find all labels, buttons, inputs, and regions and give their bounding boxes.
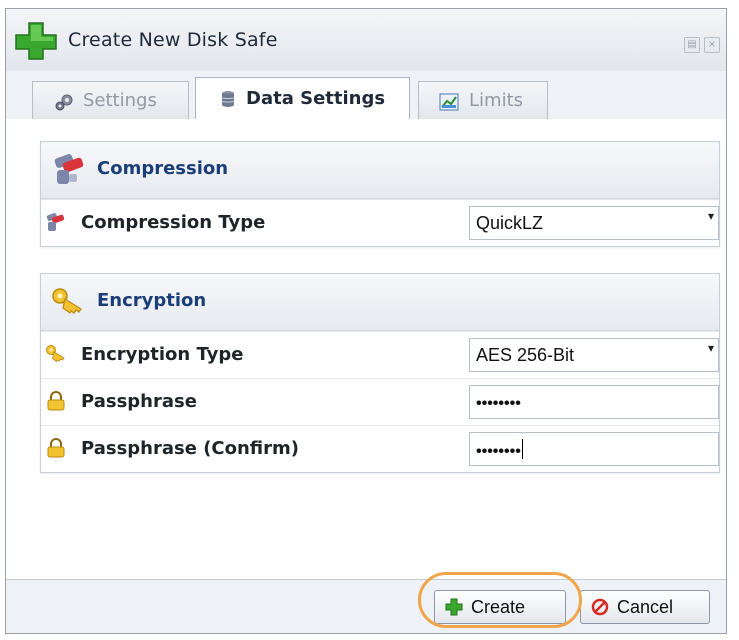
green-plus-icon: [15, 22, 57, 60]
encryption-type-row: Encryption Type AES 256-Bit ▾: [41, 331, 719, 378]
compression-type-row: Compression Type QuickLZ ▾: [41, 199, 719, 246]
cancel-button[interactable]: Cancel: [580, 590, 710, 624]
tab-strip: Settings Data Settings Limits: [6, 71, 726, 120]
restore-icon[interactable]: ▤: [684, 37, 700, 53]
compression-type-label: Compression Type: [81, 212, 266, 233]
tab-limits-label: Limits: [469, 90, 523, 111]
keys-icon: [52, 288, 82, 314]
title-bar[interactable]: Create New Disk Safe ▤ ×: [6, 9, 726, 72]
window-title: Create New Disk Safe: [68, 29, 278, 51]
encryption-header: Encryption: [41, 274, 719, 331]
compression-header: Compression: [41, 142, 719, 199]
tab-limits[interactable]: Limits: [418, 81, 548, 119]
passphrase-confirm-field[interactable]: ••••••••: [469, 432, 719, 466]
passphrase-value: ••••••••: [476, 395, 521, 412]
encryption-type-value: AES 256-Bit: [476, 345, 575, 365]
compression-icon: [46, 213, 65, 231]
encryption-type-select[interactable]: AES 256-Bit ▾: [469, 338, 719, 372]
cancel-button-label: Cancel: [617, 597, 674, 617]
passphrase-confirm-value: ••••••••: [476, 443, 521, 460]
dialog-footer: Create Cancel: [6, 579, 726, 633]
encryption-section: Encryption Encryption Type AES 256-Bit ▾: [40, 273, 720, 473]
passphrase-confirm-label: Passphrase (Confirm): [81, 438, 300, 459]
encryption-heading: Encryption: [97, 290, 207, 311]
tab-data-settings-label: Data Settings: [246, 88, 386, 109]
passphrase-field[interactable]: ••••••••: [469, 385, 719, 419]
passphrase-confirm-row: Passphrase (Confirm) ••••••••: [41, 425, 719, 472]
close-icon[interactable]: ×: [704, 37, 720, 53]
database-icon: [221, 91, 235, 107]
create-disk-safe-dialog: Create New Disk Safe ▤ × Settings Data S…: [5, 8, 727, 634]
keys-icon: [46, 345, 65, 363]
green-plus-icon: [445, 598, 463, 616]
compression-icon: [54, 154, 84, 184]
tab-data-settings[interactable]: Data Settings: [195, 77, 410, 120]
passphrase-row: Passphrase ••••••••: [41, 378, 719, 425]
chevron-down-icon[interactable]: ▾: [708, 341, 714, 355]
compression-section: Compression Compression Type QuickLZ ▾: [40, 141, 720, 247]
tab-settings[interactable]: Settings: [32, 81, 189, 119]
compression-type-value: QuickLZ: [476, 213, 544, 233]
chevron-down-icon[interactable]: ▾: [708, 209, 714, 223]
passphrase-label: Passphrase: [81, 391, 197, 412]
tab-settings-label: Settings: [83, 90, 157, 111]
lock-icon: [47, 391, 65, 411]
cancel-icon: [591, 598, 609, 616]
text-caret: [521, 439, 523, 459]
compression-type-select[interactable]: QuickLZ ▾: [469, 206, 719, 240]
chart-icon: [439, 93, 459, 111]
gear-icon: [55, 94, 73, 111]
data-settings-panel: Compression Compression Type QuickLZ ▾ E…: [6, 119, 726, 579]
encryption-type-label: Encryption Type: [81, 344, 244, 365]
create-button-label: Create: [471, 597, 526, 617]
create-button[interactable]: Create: [434, 590, 566, 624]
lock-icon: [47, 438, 65, 458]
compression-heading: Compression: [97, 158, 229, 179]
